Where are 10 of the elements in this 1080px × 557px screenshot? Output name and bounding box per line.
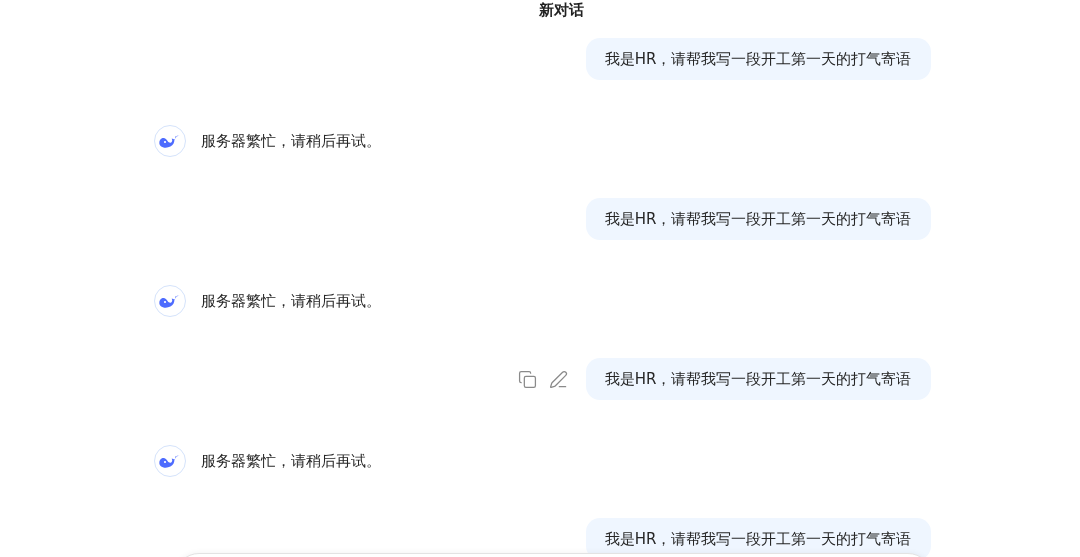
chat-title: 新对话 bbox=[538, 0, 584, 20]
user-message: 我是HR，请帮我写一段开工第一天的打气寄语 bbox=[585, 358, 931, 400]
user-message: 我是HR，请帮我写一段开工第一天的打气寄语 bbox=[585, 518, 931, 557]
edit-icon[interactable] bbox=[548, 369, 568, 389]
copy-icon[interactable] bbox=[517, 369, 537, 389]
assistant-message: 服务器繁忙，请稍后再试。 bbox=[200, 451, 381, 471]
user-message: 我是HR，请帮我写一段开工第一天的打气寄语 bbox=[585, 38, 931, 80]
user-message: 我是HR，请帮我写一段开工第一天的打气寄语 bbox=[585, 198, 931, 240]
assistant-message: 服务器繁忙，请稍后再试。 bbox=[200, 131, 381, 151]
assistant-message: 服务器繁忙，请稍后再试。 bbox=[200, 291, 381, 311]
